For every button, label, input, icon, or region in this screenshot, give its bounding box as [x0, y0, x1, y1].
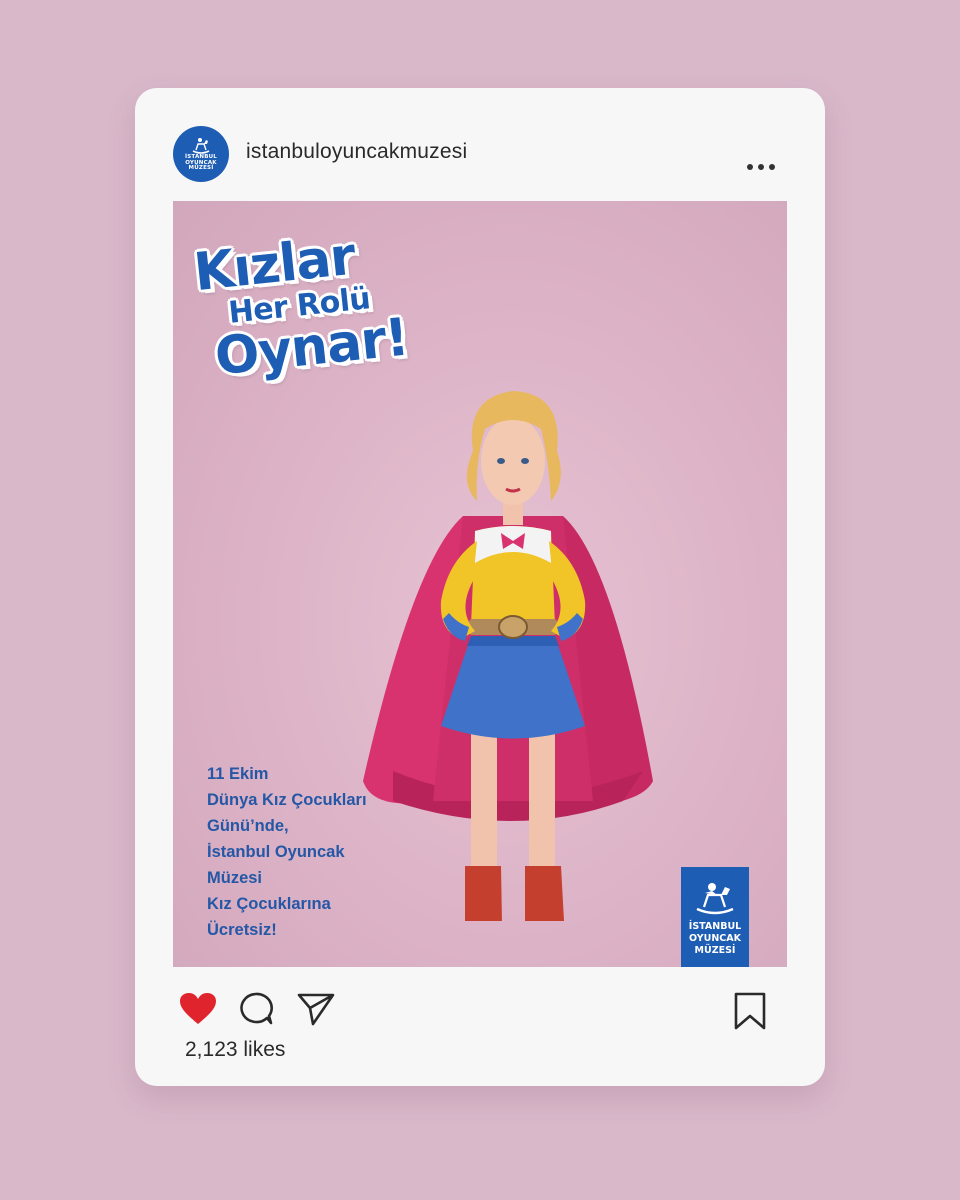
- logo-text-line: OYUNCAK: [689, 933, 741, 944]
- post-caption-overlay: 11 Ekim Dünya Kız Çocukları Günü’nde, İs…: [207, 761, 387, 943]
- superhero-doll-figure: [363, 391, 653, 921]
- museum-logo: İSTANBUL OYUNCAK MÜZESİ: [681, 867, 749, 967]
- caption-line: Ücretsiz!: [207, 921, 277, 939]
- caption-line: 11 Ekim: [207, 765, 269, 783]
- caption-line: Müzesi: [207, 869, 263, 887]
- more-options-icon[interactable]: [747, 162, 779, 172]
- post-username[interactable]: istanbuloyuncakmuzesi: [246, 140, 467, 164]
- likes-count[interactable]: 2,123 likes: [185, 1038, 285, 1062]
- dot: [758, 164, 764, 170]
- post-actions-bar: [179, 992, 783, 1032]
- profile-avatar[interactable]: İSTANBUL OYUNCAK MÜZESİ: [173, 126, 229, 182]
- comment-icon[interactable]: [239, 992, 273, 1026]
- logo-text-line: MÜZESİ: [694, 945, 736, 956]
- bookmark-icon[interactable]: [733, 992, 767, 1030]
- caption-line: Kız Çocuklarına: [207, 895, 331, 913]
- dot: [769, 164, 775, 170]
- caption-line: Dünya Kız Çocukları: [207, 791, 367, 809]
- rocking-horse-icon: [696, 883, 734, 915]
- avatar-text-line: MÜZESİ: [188, 165, 214, 172]
- rocking-horse-icon: [192, 137, 210, 154]
- caption-line: İstanbul Oyuncak: [207, 843, 345, 861]
- caption-line: Günü’nde,: [207, 817, 289, 835]
- instagram-post-card: İSTANBUL OYUNCAK MÜZESİ istanbuloyuncakm…: [135, 88, 825, 1086]
- post-image[interactable]: Kızlar Her Rolü Oynar! 11 Ekim Dünya Kız…: [173, 201, 787, 967]
- send-icon[interactable]: [297, 992, 335, 1026]
- logo-text-line: İSTANBUL: [688, 921, 742, 932]
- heart-icon[interactable]: [179, 992, 217, 1026]
- dot: [747, 164, 753, 170]
